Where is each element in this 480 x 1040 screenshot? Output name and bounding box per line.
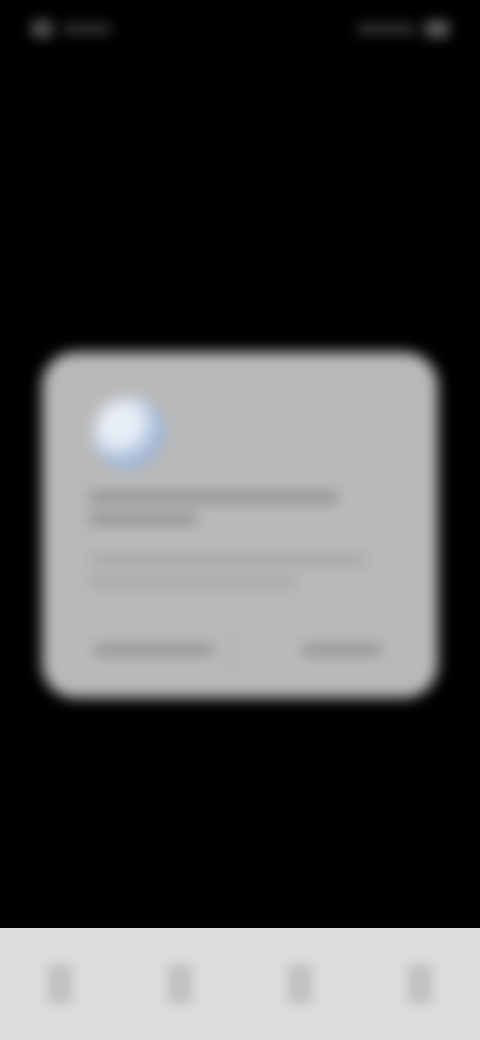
nav-item-2[interactable] — [150, 954, 210, 1014]
status-bar — [0, 0, 480, 64]
nav-item-4[interactable] — [390, 954, 450, 1014]
nav-item-1[interactable] — [30, 954, 90, 1014]
nav-icon-3 — [287, 964, 313, 1004]
dialog-button-divider — [230, 624, 232, 674]
nav-icon-1 — [47, 964, 73, 1004]
app-icon — [94, 398, 166, 470]
nav-icon-4 — [407, 964, 433, 1004]
dialog-title-line-1 — [88, 492, 338, 502]
dialog-body-line-2 — [88, 578, 298, 586]
dialog-body-line-1 — [88, 556, 368, 564]
status-right — [350, 18, 450, 40]
dialog-body — [88, 556, 388, 600]
nav-icon-2 — [167, 964, 193, 1004]
bottom-navigation — [0, 928, 480, 1040]
permission-dialog — [42, 352, 438, 698]
dialog-primary-button-shape — [302, 644, 382, 654]
dialog-title-line-2 — [88, 514, 198, 524]
battery-icon — [424, 20, 450, 38]
dialog-primary-button[interactable] — [302, 638, 382, 660]
nav-item-3[interactable] — [270, 954, 330, 1014]
status-time — [62, 23, 112, 35]
status-indicator-icon — [30, 19, 54, 39]
dialog-title — [88, 492, 388, 536]
app-screen — [0, 0, 480, 1040]
dialog-secondary-button[interactable] — [94, 638, 214, 660]
dialog-secondary-button-shape — [94, 644, 214, 654]
status-left — [30, 18, 120, 40]
status-signal — [356, 23, 416, 35]
